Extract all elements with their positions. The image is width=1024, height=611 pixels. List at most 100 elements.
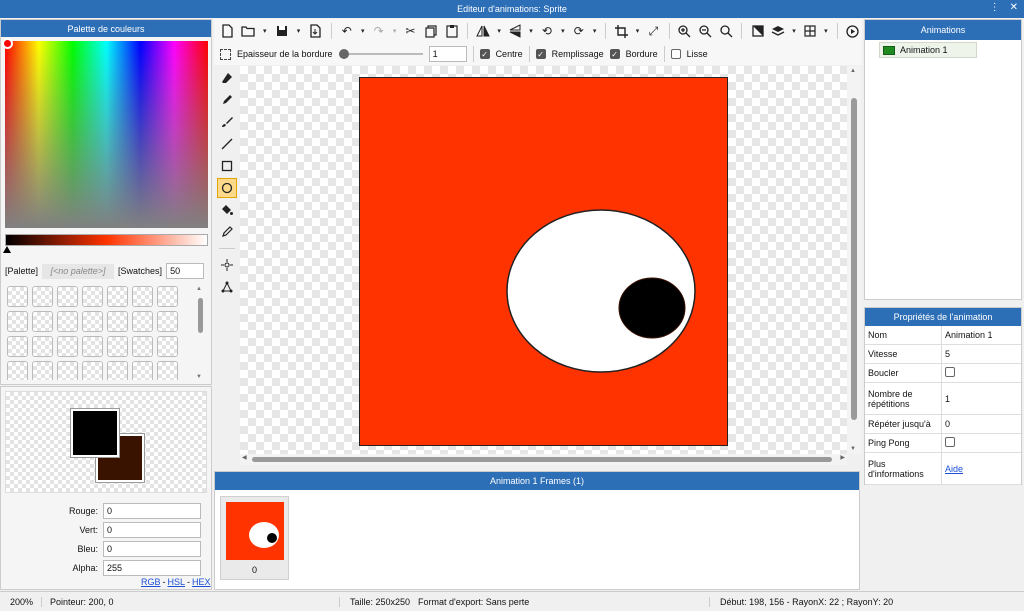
vscroll-down-icon[interactable]: ▼ bbox=[850, 446, 856, 452]
lisse-checkbox[interactable] bbox=[670, 49, 681, 59]
move-point-icon[interactable] bbox=[217, 255, 237, 275]
export-icon[interactable] bbox=[306, 21, 325, 41]
brush-icon[interactable] bbox=[217, 112, 237, 132]
rotate-right-icon[interactable]: ⟳ bbox=[569, 21, 588, 41]
zoom-out-icon[interactable] bbox=[696, 21, 715, 41]
alpha-input[interactable]: 255 bbox=[103, 559, 201, 576]
animation-list-item[interactable]: Animation 1 bbox=[879, 42, 977, 58]
empty-swatch[interactable] bbox=[57, 361, 78, 380]
new-file-icon[interactable] bbox=[218, 21, 237, 41]
resize-icon[interactable]: ⤢ bbox=[644, 21, 663, 41]
prop-vitesse-value[interactable]: 5 bbox=[942, 349, 950, 359]
spectrum-picker-handle[interactable] bbox=[2, 38, 13, 49]
border-thickness-slider[interactable] bbox=[338, 49, 423, 59]
swatches-count-input[interactable]: 50 bbox=[166, 263, 205, 279]
empty-swatch[interactable] bbox=[32, 311, 53, 332]
save-icon[interactable] bbox=[272, 21, 291, 41]
empty-swatch[interactable] bbox=[157, 311, 178, 332]
layers-icon[interactable] bbox=[769, 21, 788, 41]
bleu-input[interactable]: 0 bbox=[103, 540, 201, 557]
boucler-checkbox[interactable] bbox=[945, 367, 955, 377]
empty-swatch[interactable] bbox=[57, 336, 78, 357]
color-spectrum[interactable] bbox=[2, 38, 208, 228]
empty-swatch[interactable] bbox=[132, 336, 153, 357]
pingpong-checkbox[interactable] bbox=[945, 437, 955, 447]
empty-swatch[interactable] bbox=[7, 286, 28, 307]
flip-h-dropdown-icon[interactable]: ▾ bbox=[494, 21, 503, 41]
cut-icon[interactable]: ✂ bbox=[401, 21, 420, 41]
empty-swatch[interactable] bbox=[57, 311, 78, 332]
zoom-reset-icon[interactable] bbox=[717, 21, 736, 41]
rectangle-icon[interactable] bbox=[217, 156, 237, 176]
color-picker-icon[interactable] bbox=[217, 222, 237, 242]
border-slider-thumb[interactable] bbox=[338, 49, 349, 59]
adjust-icon[interactable] bbox=[748, 21, 767, 41]
rotate-left-dropdown-icon[interactable]: ▾ bbox=[558, 21, 567, 41]
bordure-checkbox[interactable]: ✓ bbox=[609, 49, 620, 59]
empty-swatch[interactable] bbox=[132, 311, 153, 332]
empty-swatch[interactable] bbox=[57, 286, 78, 307]
close-icon[interactable]: ✕ bbox=[1010, 2, 1018, 13]
line-icon[interactable] bbox=[217, 134, 237, 154]
shade-slider-handle[interactable] bbox=[3, 246, 11, 253]
flip-vertical-icon[interactable] bbox=[506, 21, 525, 41]
crop-dropdown-icon[interactable]: ▾ bbox=[633, 21, 642, 41]
undo-icon[interactable]: ↶ bbox=[338, 21, 357, 41]
empty-swatch[interactable] bbox=[32, 336, 53, 357]
swatch-scroll-thumb[interactable] bbox=[198, 298, 203, 333]
prop-nom-value[interactable]: Animation 1 bbox=[942, 330, 993, 340]
empty-swatch[interactable] bbox=[132, 286, 153, 307]
flip-horizontal-icon[interactable] bbox=[474, 21, 493, 41]
centre-checkbox[interactable]: ✓ bbox=[479, 49, 490, 59]
empty-swatch[interactable] bbox=[82, 361, 103, 380]
scroll-down-icon[interactable]: ▼ bbox=[196, 374, 202, 380]
empty-swatch[interactable] bbox=[32, 286, 53, 307]
vert-input[interactable]: 0 bbox=[103, 521, 201, 538]
palette-button[interactable]: [Palette] bbox=[5, 266, 38, 276]
hscroll-right-icon[interactable]: ▶ bbox=[840, 454, 845, 461]
open-folder-icon[interactable] bbox=[239, 21, 258, 41]
eraser-icon[interactable] bbox=[217, 68, 237, 88]
copy-icon[interactable] bbox=[422, 21, 441, 41]
redo-icon[interactable]: ↷ bbox=[369, 21, 388, 41]
vscroll-thumb[interactable] bbox=[851, 98, 857, 420]
empty-swatch[interactable] bbox=[82, 311, 103, 332]
empty-swatch[interactable] bbox=[7, 361, 28, 380]
hscroll-thumb[interactable] bbox=[252, 457, 832, 462]
empty-swatch[interactable] bbox=[107, 311, 128, 332]
pupil-ellipse[interactable] bbox=[618, 277, 686, 339]
layers-dropdown-icon[interactable]: ▾ bbox=[789, 21, 798, 41]
paste-icon[interactable] bbox=[442, 21, 461, 41]
rotate-left-icon[interactable]: ⟲ bbox=[538, 21, 557, 41]
empty-swatch[interactable] bbox=[157, 286, 178, 307]
prop-repeter-value[interactable]: 0 bbox=[942, 419, 950, 429]
no-palette-field[interactable]: [<no palette>] bbox=[42, 263, 115, 279]
zoom-in-icon[interactable] bbox=[676, 21, 695, 41]
empty-swatch[interactable] bbox=[107, 361, 128, 380]
rgb-link[interactable]: RGB bbox=[141, 577, 161, 587]
empty-swatch[interactable] bbox=[82, 286, 103, 307]
empty-swatch[interactable] bbox=[157, 361, 178, 380]
prop-repetitions-value[interactable]: 1 bbox=[942, 394, 950, 404]
swatches-button[interactable]: [Swatches] bbox=[118, 266, 162, 276]
border-thickness-input[interactable]: 1 bbox=[428, 46, 467, 62]
save-dropdown-icon[interactable]: ▾ bbox=[293, 21, 304, 41]
empty-swatch[interactable] bbox=[157, 336, 178, 357]
empty-swatch[interactable] bbox=[107, 286, 128, 307]
canvas-hscrollbar[interactable]: ◀ ▶ bbox=[240, 454, 847, 465]
primary-color-swatch[interactable] bbox=[71, 409, 119, 457]
scroll-up-icon[interactable]: ▲ bbox=[196, 286, 202, 292]
empty-swatch[interactable] bbox=[32, 361, 53, 380]
shade-slider[interactable] bbox=[5, 234, 208, 246]
selection-icon[interactable] bbox=[220, 48, 231, 60]
sprite-canvas[interactable] bbox=[359, 77, 728, 446]
aide-link[interactable]: Aide bbox=[942, 464, 963, 474]
grid-dropdown-icon[interactable]: ▾ bbox=[821, 21, 830, 41]
rouge-input[interactable]: 0 bbox=[103, 502, 201, 519]
flip-v-dropdown-icon[interactable]: ▾ bbox=[526, 21, 535, 41]
pencil-icon[interactable] bbox=[217, 90, 237, 110]
swatch-scrollbar[interactable]: ▲ ▼ bbox=[195, 286, 207, 380]
canvas-vscrollbar[interactable]: ▲ ▼ bbox=[847, 66, 861, 454]
crop-icon[interactable] bbox=[612, 21, 631, 41]
redo-dropdown-icon[interactable]: ▾ bbox=[390, 21, 399, 41]
